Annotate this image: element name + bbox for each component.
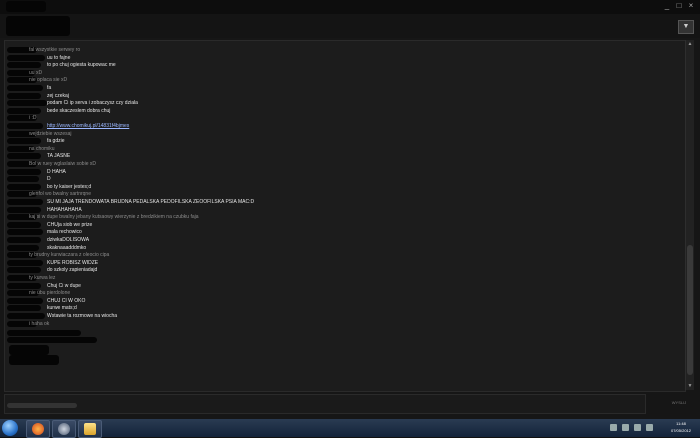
message-history[interactable]: fal wszystkie serwey ro uu to fajne to po … [4,40,686,392]
scroll-down-icon[interactable]: ▼ [686,382,694,390]
redacted-input-text [7,403,77,408]
message-line: i haha ok [29,320,50,327]
redacted-sender [7,313,45,319]
message-line: Wstawie ta rozmowe na wiocha [47,313,118,319]
clock-date: 07/05/2012 [670,428,692,433]
speaker-icon[interactable] [634,424,641,431]
taskbar: 11:48 07/05/2012 [0,419,700,438]
redacted-title [6,1,46,12]
redacted-sender [7,92,41,99]
start-button[interactable] [2,420,18,436]
clock-time: 11:48 [676,421,686,426]
maximize-button[interactable]: □ [674,1,684,11]
redacted-line [7,330,81,337]
steam-task-button[interactable] [52,420,76,438]
redacted-sender [7,229,43,236]
redacted-sender [7,100,47,107]
redacted-line [9,355,59,366]
close-button[interactable]: × [686,1,696,11]
flag-icon[interactable] [610,424,617,431]
redacted-sender [7,85,43,91]
scroll-thumb[interactable] [687,245,693,375]
options-dropdown-button[interactable]: ▼ [678,20,694,34]
chevron-down-icon: ▼ [682,23,690,30]
send-button[interactable]: WYSLIJ [667,397,691,409]
redacted-sender [7,297,43,304]
redacted-sender [7,183,41,190]
redacted-sender [7,107,41,114]
redacted-sender [7,244,39,251]
message-input[interactable] [4,394,646,414]
minimize-button[interactable]: _ [662,1,672,11]
redacted-sender [7,138,41,145]
redacted-sender [7,305,41,312]
explorer-task-button[interactable] [78,420,102,438]
chat-window: _ □ × ▼ fal wszystkie serwey ro uu to faj… [0,0,700,419]
redacted-sender [7,199,43,205]
redacted-contact-name [6,16,70,36]
redacted-sender [7,282,41,289]
network-icon[interactable] [622,424,629,431]
redacted-line [7,337,97,344]
firefox-task-button[interactable] [26,420,50,438]
redacted-sender [7,237,41,243]
chat-scrollbar[interactable]: ▲ ▼ [685,40,694,390]
redacted-sender [7,168,41,175]
redacted-sender [7,62,41,69]
message-line: bede skaczeslem dobra chuj [47,107,111,114]
message-line: i :D [29,115,37,122]
system-clock[interactable]: 11:48 07/05/2012 [664,420,698,436]
redacted-sender [7,267,41,274]
redacted-sender [7,259,43,266]
redacted-sender [7,221,41,228]
folder-icon [84,423,96,435]
steam-icon [58,423,70,435]
message-line: to po chuj ogiesta kupowac me [47,62,116,69]
redacted-sender [7,153,41,160]
scroll-up-icon[interactable]: ▲ [686,40,694,48]
title-bar: _ □ × [0,0,700,14]
redacted-sender [7,54,45,61]
redacted-line [9,345,49,356]
firefox-icon [32,423,44,435]
chat-header [0,14,700,38]
redacted-sender [7,123,43,129]
battery-icon[interactable] [646,424,653,431]
redacted-sender [7,176,39,183]
redacted-sender [7,206,41,213]
